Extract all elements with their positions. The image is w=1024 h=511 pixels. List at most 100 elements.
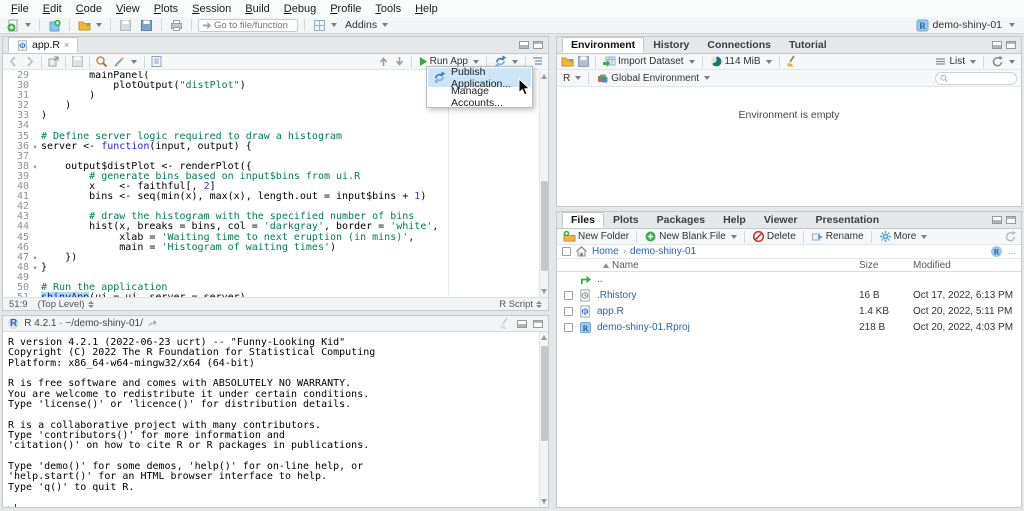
menu-build[interactable]: Build: [238, 3, 276, 15]
compile-report-icon[interactable]: [150, 55, 163, 68]
source-up-icon[interactable]: [377, 55, 390, 68]
fold-arrow-icon[interactable]: ▾: [29, 253, 41, 263]
fold-arrow-icon[interactable]: ▾: [29, 142, 41, 152]
source-down-icon[interactable]: [393, 55, 406, 68]
scope-selector[interactable]: (Top Level): [38, 299, 94, 310]
addins-button[interactable]: Addins: [343, 18, 390, 33]
file-type-selector[interactable]: R Script: [499, 299, 542, 310]
environment-scope-selector[interactable]: Global Environment: [594, 71, 712, 86]
tab-packages[interactable]: Packages: [648, 212, 714, 228]
clear-environment-icon[interactable]: [785, 55, 798, 68]
tab-help[interactable]: Help: [714, 212, 755, 228]
import-dataset-button[interactable]: Import Dataset: [601, 54, 697, 69]
file-name[interactable]: ..: [597, 274, 859, 285]
select-all-checkbox[interactable]: [562, 247, 571, 256]
save-icon[interactable]: [71, 55, 84, 68]
menu-code[interactable]: Code: [69, 3, 109, 15]
breadcrumb-home-link[interactable]: Home: [592, 246, 619, 257]
new-folder-button[interactable]: New Folder: [561, 229, 631, 244]
refresh-environment-button[interactable]: [989, 54, 1017, 69]
breadcrumb-ellipsis[interactable]: ...: [1008, 246, 1016, 257]
menu-session[interactable]: Session: [185, 3, 238, 15]
load-workspace-icon[interactable]: [561, 55, 574, 68]
save-all-button[interactable]: [138, 18, 155, 33]
open-file-button[interactable]: [76, 18, 104, 33]
minimize-pane-icon[interactable]: [519, 41, 529, 49]
tab-history[interactable]: History: [644, 37, 698, 53]
editor-vertical-scrollbar[interactable]: [539, 71, 548, 297]
fold-arrow-icon[interactable]: ▾: [29, 263, 41, 273]
menu-plots[interactable]: Plots: [147, 3, 185, 15]
code-tools-button[interactable]: [111, 54, 139, 69]
delete-file-button[interactable]: Delete: [750, 229, 798, 244]
memory-usage-button[interactable]: 114 MiB: [708, 54, 774, 69]
tab-tutorial[interactable]: Tutorial: [780, 37, 836, 53]
menu-file[interactable]: File: [4, 3, 36, 15]
rename-file-button[interactable]: Rename: [809, 229, 866, 244]
home-icon[interactable]: [575, 245, 588, 258]
tab-files[interactable]: Files: [562, 212, 604, 228]
clear-console-icon[interactable]: [498, 317, 511, 330]
goto-file-function-box[interactable]: [198, 18, 298, 32]
tab-plots[interactable]: Plots: [604, 212, 648, 228]
file-row-[interactable]: ..: [557, 272, 1021, 288]
more-file-actions-button[interactable]: More: [877, 229, 930, 244]
minimize-pane-icon[interactable]: [517, 319, 527, 328]
minimize-pane-icon[interactable]: [992, 216, 1002, 224]
tab-presentation[interactable]: Presentation: [807, 212, 889, 228]
menu-help[interactable]: Help: [408, 3, 445, 15]
refresh-files-icon[interactable]: [1004, 230, 1017, 243]
breadcrumb-folder-link[interactable]: demo-shiny-01: [630, 246, 696, 257]
new-project-button[interactable]: [46, 18, 63, 33]
menu-tools[interactable]: Tools: [368, 3, 408, 15]
file-name[interactable]: app.R: [597, 306, 859, 317]
maximize-pane-icon[interactable]: [1006, 41, 1016, 49]
minimize-pane-icon[interactable]: [992, 41, 1002, 49]
column-name[interactable]: Name: [612, 260, 639, 271]
list-view-button[interactable]: List: [932, 54, 978, 69]
file-row-app-r[interactable]: Rapp.R 1.4 KB Oct 20, 2022, 5:11 PM: [557, 304, 1021, 320]
file-checkbox[interactable]: [563, 306, 573, 316]
pane-layout-button[interactable]: [311, 18, 339, 33]
menu-edit[interactable]: Edit: [36, 3, 69, 15]
project-selector[interactable]: R demo-shiny-01: [916, 19, 1019, 32]
file-name[interactable]: demo-shiny-01.Rproj: [597, 322, 859, 333]
console-vertical-scrollbar[interactable]: [539, 332, 548, 507]
print-button[interactable]: [168, 18, 185, 33]
popout-icon[interactable]: [47, 55, 60, 68]
file-checkbox[interactable]: [563, 322, 573, 332]
tab-environment[interactable]: Environment: [562, 37, 645, 53]
file-row-demo-shiny-01-rproj[interactable]: Rdemo-shiny-01.Rproj 218 B Oct 20, 2022, 4…: [557, 319, 1021, 335]
file-checkbox[interactable]: [563, 291, 573, 301]
open-in-window-icon[interactable]: [148, 319, 158, 329]
back-icon[interactable]: [7, 55, 20, 68]
forward-icon[interactable]: [23, 55, 36, 68]
save-button[interactable]: [117, 18, 134, 33]
tab-viewer[interactable]: Viewer: [755, 212, 807, 228]
language-selector[interactable]: R: [561, 71, 583, 86]
tab-connections[interactable]: Connections: [698, 37, 780, 53]
fold-arrow-icon[interactable]: ▾: [29, 162, 41, 172]
file-row-rhistory[interactable]: .Rhistory 16 B Oct 17, 2022, 6:13 PM: [557, 288, 1021, 304]
new-file-button[interactable]: [5, 18, 33, 33]
menu-debug[interactable]: Debug: [277, 3, 323, 15]
environment-search-input[interactable]: [951, 73, 1011, 83]
goto-input[interactable]: [214, 19, 294, 31]
save-workspace-icon[interactable]: [577, 55, 590, 68]
tab-app-r[interactable]: R app.R ×: [8, 37, 79, 53]
editor-scrollbar-thumb[interactable]: [541, 181, 548, 271]
file-name[interactable]: .Rhistory: [597, 290, 859, 301]
console-scrollbar-thumb[interactable]: [541, 346, 548, 441]
console-surface[interactable]: R version 4.2.1 (2022-06-23 ucrt) -- "Fu…: [3, 332, 548, 507]
column-modified[interactable]: Modified: [913, 260, 1021, 271]
close-tab-icon[interactable]: ×: [64, 40, 69, 50]
new-blank-file-button[interactable]: New Blank File: [642, 229, 739, 244]
column-size[interactable]: Size: [859, 260, 913, 271]
maximize-pane-icon[interactable]: [533, 319, 543, 328]
menu-view[interactable]: View: [109, 3, 147, 15]
environment-search-box[interactable]: [935, 71, 1017, 85]
menu-profile[interactable]: Profile: [323, 3, 368, 15]
maximize-pane-icon[interactable]: [533, 41, 543, 49]
menu-item-manage-accounts[interactable]: Manage Accounts...: [428, 85, 531, 109]
maximize-pane-icon[interactable]: [1006, 216, 1016, 224]
